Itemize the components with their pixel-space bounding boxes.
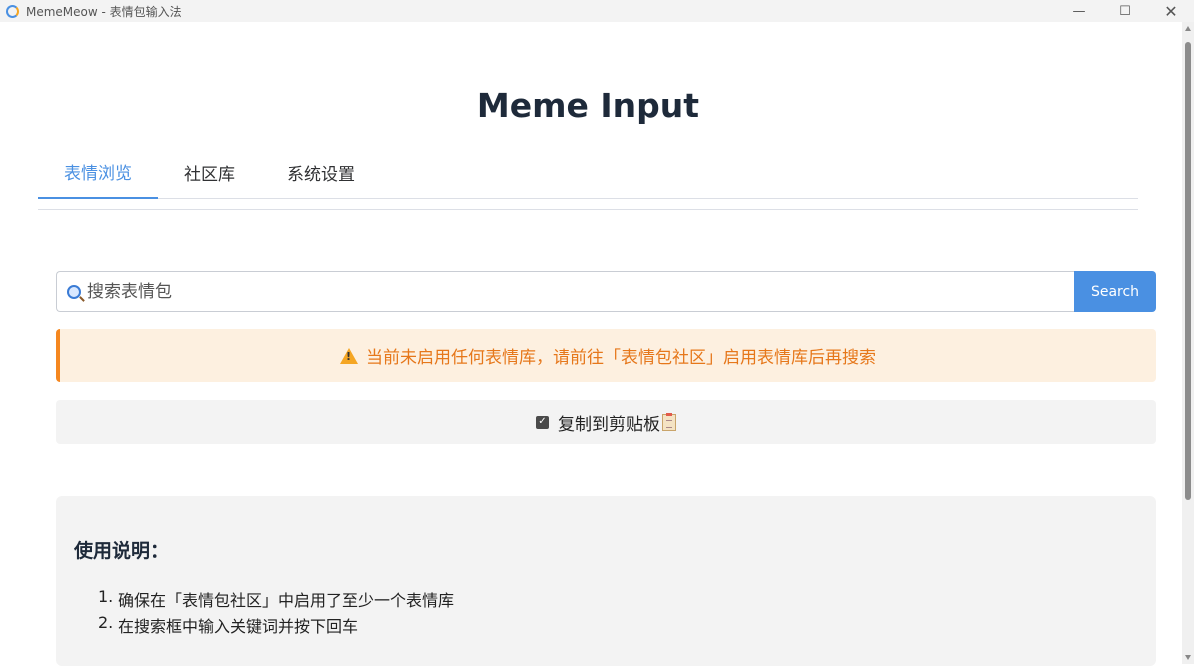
scroll-down-icon[interactable] (1185, 655, 1191, 660)
close-button[interactable]: ✕ (1148, 0, 1194, 22)
list-item: 1. 确保在「表情包社区」中启用了至少一个表情库 (98, 587, 455, 610)
clipboard-icon (662, 412, 676, 431)
vertical-scrollbar[interactable] (1182, 22, 1194, 664)
app-logo-icon (6, 4, 19, 18)
tab-bar: 表情浏览 社区库 系统设置 (38, 146, 1138, 199)
window-controls: — ☐ ✕ (1056, 0, 1194, 22)
tab-community-library[interactable]: 社区库 (158, 146, 261, 199)
help-list: 1. 确保在「表情包社区」中启用了至少一个表情库 2. 在搜索框中输入关键词并按… (74, 587, 1138, 639)
help-panel: 使用说明： 1. 确保在「表情包社区」中启用了至少一个表情库 2. 在搜索框中输… (56, 496, 1156, 666)
warning-text: 当前未启用任何表情库，请前往「表情包社区」启用表情库后再搜索 (366, 348, 876, 368)
window-title: MemeMeow - 表情包输入法 (26, 4, 182, 19)
warning-icon (340, 347, 358, 364)
warning-banner: 当前未启用任何表情库，请前往「表情包社区」启用表情库后再搜索 (56, 329, 1156, 382)
search-button[interactable]: Search (1074, 271, 1156, 312)
copy-to-clipboard-label: 复制到剪贴板 (558, 414, 660, 435)
help-title: 使用说明： (74, 540, 170, 562)
maximize-button[interactable]: ☐ (1102, 0, 1148, 22)
scroll-up-icon[interactable] (1185, 26, 1191, 31)
tab-meme-browse[interactable]: 表情浏览 (38, 146, 158, 199)
scroll-thumb[interactable] (1185, 42, 1191, 500)
list-item: 2. 在搜索框中输入关键词并按下回车 (98, 613, 359, 636)
divider (38, 209, 1138, 210)
search-input[interactable] (87, 273, 1074, 310)
copy-to-clipboard-checkbox[interactable]: ✓ (536, 415, 549, 429)
tab-system-settings[interactable]: 系统设置 (261, 146, 381, 199)
copy-to-clipboard-row[interactable]: ✓ 复制到剪贴板 (56, 400, 1156, 444)
title-bar: MemeMeow - 表情包输入法 — ☐ ✕ (0, 0, 1194, 22)
search-icon (67, 284, 81, 299)
minimize-button[interactable]: — (1056, 0, 1102, 22)
search-box (56, 271, 1074, 312)
page-title: Meme Input (476, 86, 700, 125)
search-bar: Search (56, 271, 1156, 312)
